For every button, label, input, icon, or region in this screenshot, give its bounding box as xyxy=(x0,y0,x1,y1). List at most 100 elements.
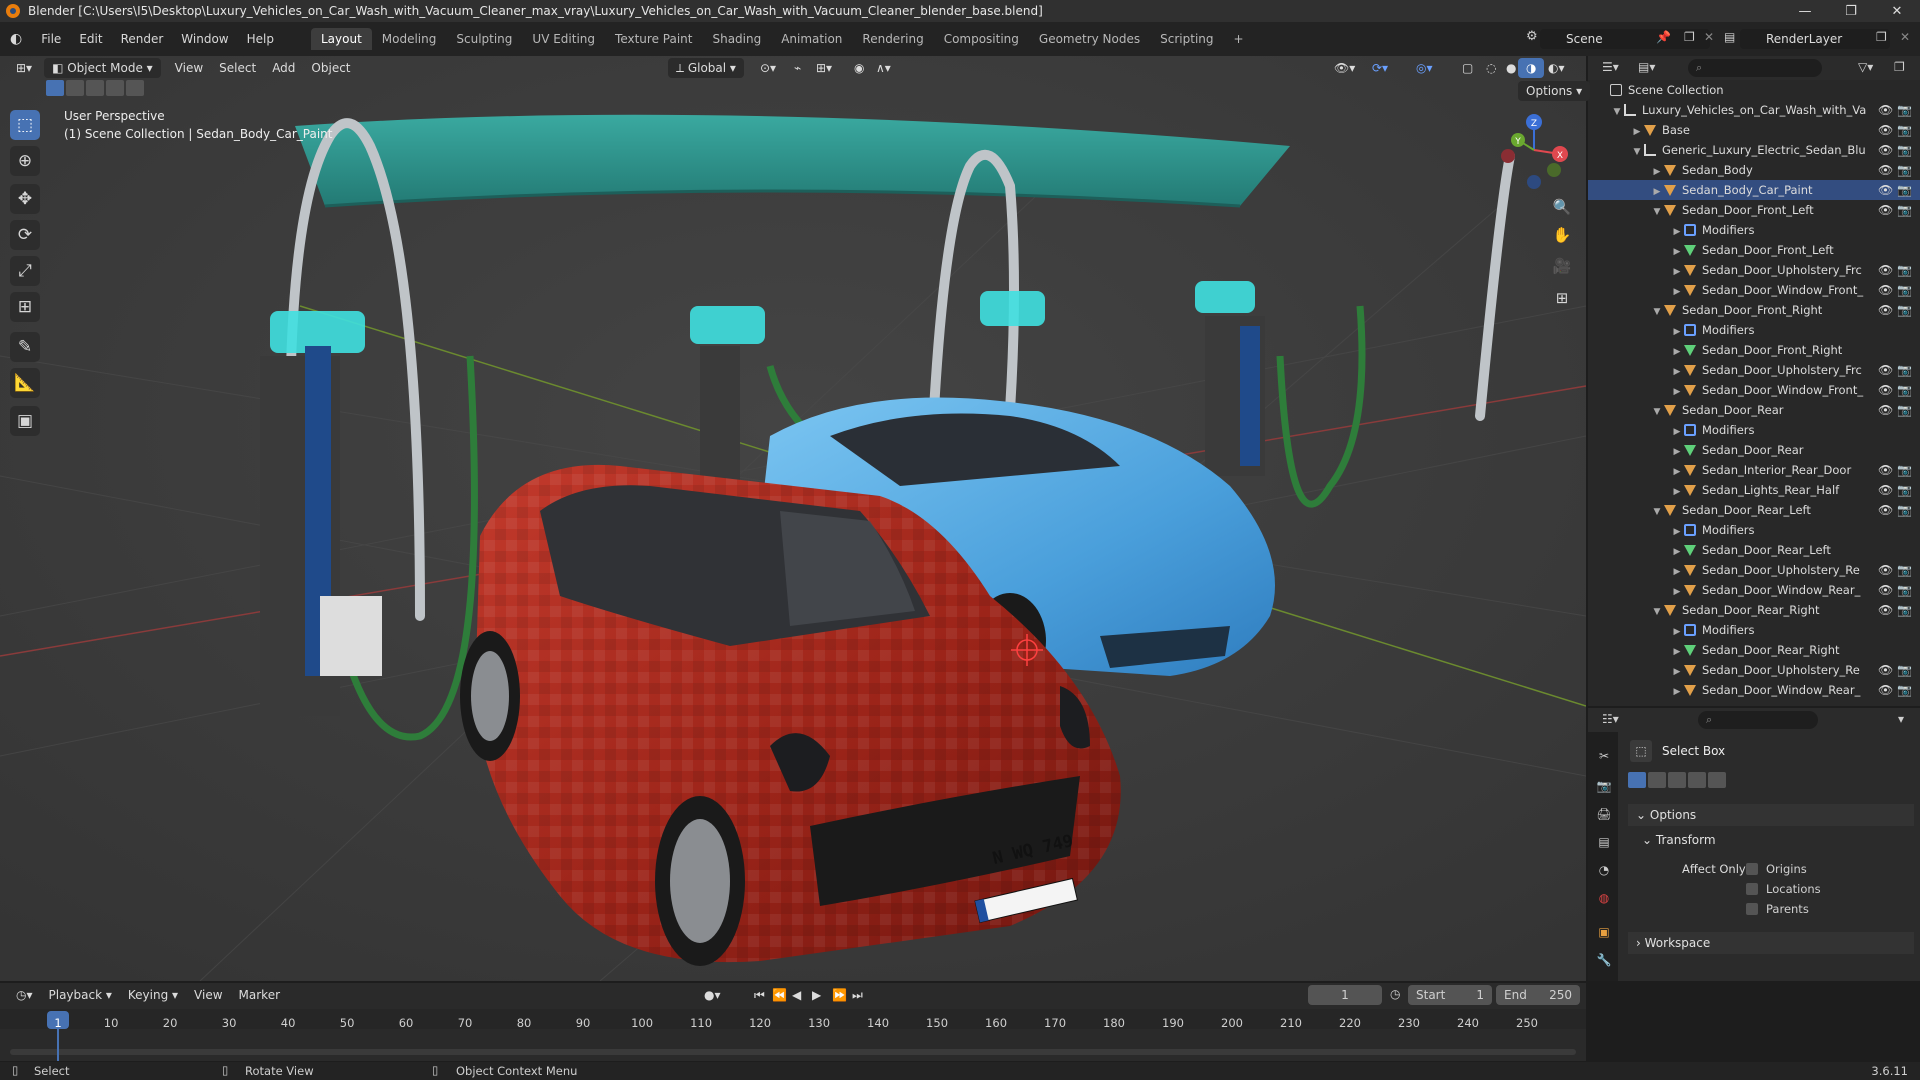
properties-options-icon[interactable]: ▾ xyxy=(1898,712,1904,726)
expand-arrow-icon[interactable]: ▶ xyxy=(1670,422,1684,442)
expand-arrow-icon[interactable]: ▶ xyxy=(1670,662,1684,682)
visibility-toggle-icon[interactable]: 👁 📷 xyxy=(1878,460,1912,480)
checkbox-origins[interactable]: Origins xyxy=(1746,862,1807,876)
shading-rendered-icon[interactable]: ◐▾ xyxy=(1540,58,1573,78)
visibility-toggle-icon[interactable]: 👁 📷 xyxy=(1878,560,1912,580)
outliner-row[interactable]: ▶ Sedan_Body_Car_Paint 👁 📷 xyxy=(1588,180,1920,200)
menu-render[interactable]: Render xyxy=(112,32,173,46)
expand-arrow-icon[interactable]: ▶ xyxy=(1670,482,1684,502)
visibility-toggle-icon[interactable]: 👁 📷 xyxy=(1878,200,1912,220)
tab-shading[interactable]: Shading xyxy=(702,28,771,50)
add-cube-tool-icon[interactable]: ▣ xyxy=(10,406,40,436)
collapse-arrow-icon[interactable]: ▼ xyxy=(1650,502,1664,522)
timeline-editor-icon[interactable]: ◷▾ xyxy=(8,985,41,1005)
visibility-toggle-icon[interactable]: 👁 📷 xyxy=(1878,480,1912,500)
tab-layout[interactable]: Layout xyxy=(310,28,372,50)
menu-keying[interactable]: Keying ▾ xyxy=(120,985,186,1005)
outliner-row[interactable]: ▼ Generic_Luxury_Electric_Sedan_Blu 👁 📷 xyxy=(1588,140,1920,160)
menu-object[interactable]: Object xyxy=(303,58,358,78)
collapse-arrow-icon[interactable]: ▼ xyxy=(1650,602,1664,622)
visibility-toggle-icon[interactable]: 👁 📷 xyxy=(1878,120,1912,140)
outliner-row[interactable]: ▼ Luxury_Vehicles_on_Car_Wash_with_Va 👁 📷 xyxy=(1588,100,1920,120)
outliner-row[interactable]: ▶ Modifiers xyxy=(1588,620,1920,640)
collapse-arrow-icon[interactable]: ▼ xyxy=(1610,102,1624,122)
outliner-new-collection-icon[interactable]: ❐ xyxy=(1894,60,1905,74)
properties-search-input[interactable]: ⌕ xyxy=(1698,711,1818,729)
move-tool-icon[interactable]: ✥ xyxy=(10,184,40,214)
tab-texture-paint[interactable]: Texture Paint xyxy=(605,28,702,50)
modifier-tab-icon[interactable]: 🔧 xyxy=(1594,950,1614,970)
camera-view-icon[interactable]: 🎥 xyxy=(1550,254,1574,278)
clock-icon[interactable]: ◷ xyxy=(1390,987,1400,1001)
expand-arrow-icon[interactable]: ▶ xyxy=(1670,282,1684,302)
expand-arrow-icon[interactable]: ▶ xyxy=(1670,522,1684,542)
outliner-row[interactable]: ▼ Sedan_Door_Front_Right 👁 📷 xyxy=(1588,300,1920,320)
measure-tool-icon[interactable]: 📐 xyxy=(10,368,40,398)
expand-arrow-icon[interactable]: ▶ xyxy=(1670,622,1684,642)
menu-window[interactable]: Window xyxy=(172,32,237,46)
checkbox-locations[interactable]: Locations xyxy=(1746,882,1821,896)
options-panel-header[interactable]: ⌄ Options xyxy=(1628,804,1914,826)
scene-selector-icon[interactable]: ⚙ xyxy=(1526,29,1538,44)
3d-viewport[interactable]: N WQ 749 xyxy=(0,56,1586,981)
rotate-tool-icon[interactable]: ⟳ xyxy=(10,220,40,250)
expand-arrow-icon[interactable]: ▶ xyxy=(1670,242,1684,262)
tab-scripting[interactable]: Scripting xyxy=(1150,28,1223,50)
jump-end-icon[interactable]: ⏭ xyxy=(844,985,871,1005)
outliner-row[interactable]: ▶ Sedan_Door_Rear_Right xyxy=(1588,640,1920,660)
selection-mode-buttons[interactable] xyxy=(1628,772,1726,788)
menu-select[interactable]: Select xyxy=(211,58,264,78)
view-layer-icon[interactable]: ▤ xyxy=(1724,30,1735,44)
outliner-row[interactable]: ▶ Sedan_Interior_Rear_Door 👁 📷 xyxy=(1588,460,1920,480)
tab-compositing[interactable]: Compositing xyxy=(934,28,1029,50)
blender-menu-icon[interactable]: ◐ xyxy=(0,31,32,47)
transform-tool-icon[interactable]: ⊞ xyxy=(10,292,40,322)
expand-arrow-icon[interactable]: ▶ xyxy=(1670,322,1684,342)
tab-uv-editing[interactable]: UV Editing xyxy=(522,28,605,50)
delete-view-layer-icon[interactable]: ✕ xyxy=(1900,30,1910,44)
navigation-gizmo[interactable]: Z X Y xyxy=(1494,110,1574,190)
visibility-toggle-icon[interactable]: 👁 📷 xyxy=(1878,580,1912,600)
expand-arrow-icon[interactable]: ▶ xyxy=(1670,362,1684,382)
current-frame-field[interactable]: 1 xyxy=(1308,985,1382,1005)
visibility-toggle-icon[interactable]: 👁 📷 xyxy=(1878,300,1912,320)
visibility-toggle-icon[interactable]: 👁 📷 xyxy=(1878,140,1912,160)
snap-icon[interactable]: ⌁ xyxy=(786,58,809,78)
menu-add[interactable]: Add xyxy=(264,58,303,78)
expand-arrow-icon[interactable]: ▶ xyxy=(1670,222,1684,242)
menu-timeline-view[interactable]: View xyxy=(186,985,230,1005)
zoom-icon[interactable]: 🔍 xyxy=(1550,195,1574,219)
outliner-row[interactable]: ▶ Sedan_Door_Rear xyxy=(1588,440,1920,460)
pan-hand-icon[interactable]: ✋ xyxy=(1550,223,1574,247)
pin-scene-icon[interactable]: 📌 xyxy=(1656,30,1671,44)
checkbox-parents[interactable]: Parents xyxy=(1746,902,1809,916)
gizmo-toggle-icon[interactable]: ⟳▾ xyxy=(1364,58,1396,78)
render-tab-icon[interactable]: 📷 xyxy=(1594,776,1614,796)
visibility-toggle-icon[interactable]: 👁 📷 xyxy=(1878,280,1912,300)
tab-animation[interactable]: Animation xyxy=(771,28,852,50)
outliner-editor-icon[interactable]: ☰▾ xyxy=(1602,60,1619,74)
selection-mode-buttons[interactable] xyxy=(46,80,144,96)
outliner-row[interactable]: ▶ Modifiers xyxy=(1588,220,1920,240)
expand-arrow-icon[interactable]: ▶ xyxy=(1670,642,1684,662)
expand-arrow-icon[interactable]: ▶ xyxy=(1670,342,1684,362)
outliner-row[interactable]: ▶ Sedan_Lights_Rear_Half 👁 📷 xyxy=(1588,480,1920,500)
timeline-scrollbar[interactable] xyxy=(10,1049,1576,1055)
visibility-toggle-icon[interactable]: 👁 📷 xyxy=(1878,660,1912,680)
outliner-row[interactable]: ▶ Modifiers xyxy=(1588,320,1920,340)
visibility-toggle-icon[interactable]: 👁 📷 xyxy=(1878,100,1912,120)
expand-arrow-icon[interactable]: ▶ xyxy=(1670,682,1684,702)
visibility-toggle-icon[interactable]: 👁 📷 xyxy=(1878,600,1912,620)
outliner-row[interactable]: ▶ Modifiers xyxy=(1588,420,1920,440)
snap-target-icon[interactable]: ⊞▾ xyxy=(808,58,840,78)
outliner-row[interactable]: ▶ Modifiers xyxy=(1588,520,1920,540)
expand-arrow-icon[interactable]: ▶ xyxy=(1650,162,1664,182)
record-keyframe-icon[interactable]: ●▾ xyxy=(696,985,729,1005)
viewport-options-button[interactable]: Options ▾ xyxy=(1518,81,1591,101)
expand-arrow-icon[interactable]: ▶ xyxy=(1670,462,1684,482)
transform-panel-header[interactable]: ⌄ Transform xyxy=(1642,830,1716,850)
collapse-arrow-icon[interactable]: ▼ xyxy=(1650,202,1664,222)
outliner-row[interactable]: ▼ Sedan_Door_Front_Left 👁 📷 xyxy=(1588,200,1920,220)
outliner-filter-icon[interactable]: ▽▾ xyxy=(1858,60,1873,74)
collapse-arrow-icon[interactable]: ▼ xyxy=(1650,302,1664,322)
